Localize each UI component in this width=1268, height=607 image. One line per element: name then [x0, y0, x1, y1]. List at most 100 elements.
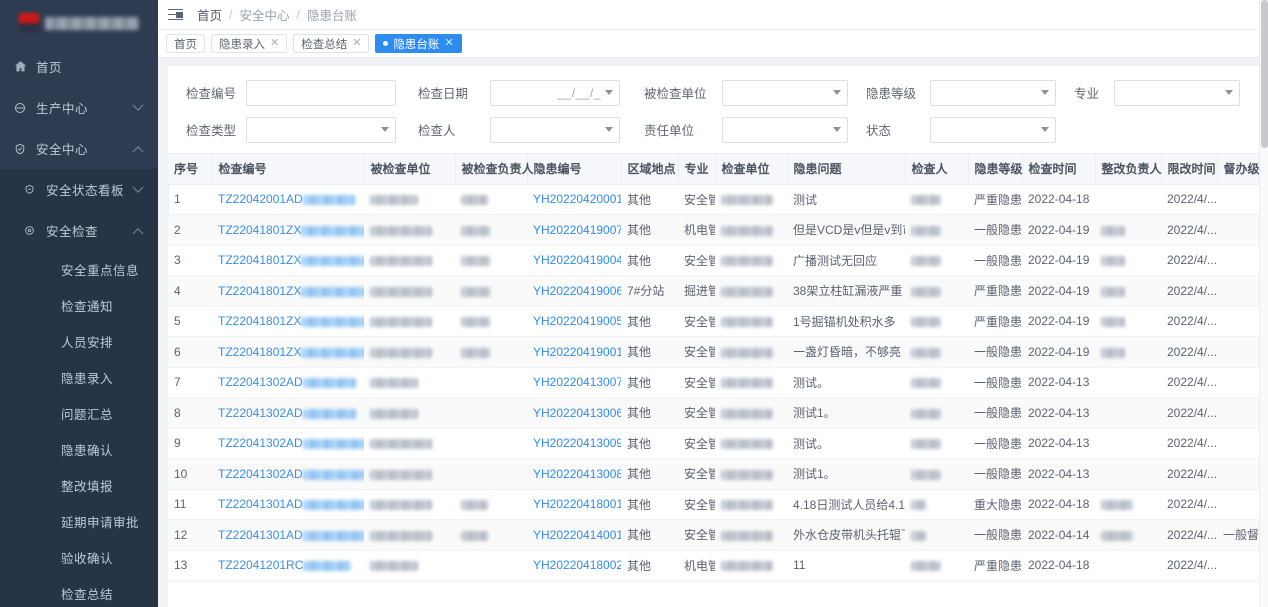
cell-check-no[interactable]: TZ22041801ZX — [212, 336, 364, 368]
table-row[interactable]: 5 TZ22041801ZX YH20220419005其他安全管理 1号掘锚机处积水… — [168, 306, 1268, 337]
breadcrumb-item-safety-center[interactable]: 安全中心 — [240, 5, 290, 24]
cell-hazard-no[interactable]: YH20220419004 — [527, 245, 621, 276]
collapse-menu-icon[interactable] — [168, 8, 183, 21]
cell-hazard-no[interactable]: YH20220419001 — [527, 336, 621, 368]
check-no-link[interactable]: TZ22041801ZX — [218, 345, 301, 359]
cell-hazard-no[interactable]: YH20220419005 — [527, 306, 621, 337]
hazard-no-link[interactable]: YH20220414001 — [533, 528, 621, 542]
inspected-unit-select[interactable] — [722, 79, 848, 106]
column-header-major[interactable]: 专业 — [678, 154, 716, 185]
table-row[interactable]: 14TZ22041201RCYH20220419003其他安全管理22严重隐患2… — [168, 580, 1268, 583]
hazard-no-link[interactable]: YH20220413008 — [533, 467, 621, 481]
cell-check-no[interactable]: TZ22042001AD — [212, 184, 364, 215]
tab-3[interactable]: 隐患台账 ✕ — [375, 34, 462, 53]
check-no-link[interactable]: TZ22041201RC — [218, 558, 303, 572]
cell-hazard-no[interactable]: YH20220418002 — [527, 550, 621, 581]
column-header-problem[interactable]: 隐患问题 — [787, 154, 906, 185]
hazard-no-link[interactable]: YH20220419005 — [533, 314, 621, 328]
table-row[interactable]: 6 TZ22041801ZX YH20220419001其他安全管理 一盏灯昏暗，不够… — [168, 336, 1268, 368]
hazard-no-link[interactable]: YH20220413006 — [533, 406, 621, 420]
column-header-area[interactable]: 区域地点 — [621, 154, 679, 185]
cell-hazard-no[interactable]: YH20220418001 — [527, 489, 621, 520]
hazard-no-link[interactable]: YH20220413009 — [533, 436, 621, 450]
check-no-link[interactable]: TZ22041302AD — [218, 375, 303, 389]
cell-check-no[interactable]: TZ22041801ZX — [212, 306, 364, 337]
sidebar-item-3[interactable]: 安全状态看板 — [0, 169, 158, 210]
check-no-link[interactable]: TZ22041801ZX — [218, 314, 301, 328]
status-select[interactable] — [930, 116, 1056, 143]
sidebar-item-14[interactable]: 检查总结 — [0, 575, 158, 607]
cell-hazard-no[interactable]: YH20220419006 — [527, 275, 621, 307]
table-row[interactable]: 2 TZ22041801ZX YH20220419007其他机电管理 但是VCD是v但… — [168, 214, 1268, 246]
cell-hazard-no[interactable]: YH20220414001 — [527, 519, 621, 551]
sidebar-item-9[interactable]: 问题汇总 — [0, 395, 158, 431]
check-no-link[interactable]: TZ22041301AD — [218, 528, 303, 542]
sidebar-item-12[interactable]: 延期申请审批 — [0, 503, 158, 539]
cell-hazard-no[interactable]: YH20220419007 — [527, 214, 621, 246]
cell-hazard-no[interactable]: YH20220413008 — [527, 458, 621, 490]
check-no-link[interactable]: TZ22041301AD — [218, 497, 303, 511]
column-header-fix_owner[interactable]: 整改负责人 — [1095, 154, 1162, 185]
column-header-level[interactable]: 隐患等级 — [968, 154, 1023, 185]
close-icon[interactable]: ✕ — [270, 38, 279, 49]
cell-check-no[interactable]: TZ22041801ZX — [212, 214, 364, 246]
column-header-hazard_no[interactable]: 隐患编号 — [527, 154, 622, 185]
check-no-link[interactable]: TZ22041801ZX — [218, 253, 301, 267]
table-row[interactable]: 7TZ22041302ADYH20220413007其他安全管理测试。一般隐患2… — [168, 367, 1268, 398]
hazard-no-link[interactable]: YH20220419006 — [533, 284, 621, 298]
cell-check-no[interactable]: TZ22041201RC — [212, 550, 364, 581]
column-header-check_unit[interactable]: 检查单位 — [715, 154, 788, 185]
sidebar-item-13[interactable]: 验收确认 — [0, 539, 158, 575]
check-no-link[interactable]: TZ22041801ZX — [218, 223, 301, 237]
cell-check-no[interactable]: TZ22041801ZX — [212, 275, 364, 307]
table-row[interactable]: 11 TZ22041301AD YH20220418001其他安全管理 4.18日测试… — [168, 489, 1268, 520]
tab-2[interactable]: 检查总结 ✕ — [293, 34, 370, 53]
column-header-check_time[interactable]: 检查时间 — [1022, 154, 1096, 185]
sidebar-logo[interactable] — [0, 0, 158, 46]
check-type-select[interactable] — [246, 116, 396, 143]
cell-hazard-no[interactable]: YH20220413009 — [527, 428, 621, 459]
table-row[interactable]: 3 TZ22041801ZX YH20220419004其他安全管理 广播测试无回应 一… — [168, 245, 1268, 276]
sidebar-item-10[interactable]: 隐患确认 — [0, 431, 158, 467]
page-scrollbar-thumb[interactable] — [1261, 0, 1268, 148]
check-no-link[interactable]: TZ22041801ZX — [218, 284, 301, 298]
cell-check-no[interactable]: TZ22041302AD — [212, 367, 364, 398]
column-header-due_time[interactable]: 限改时间 — [1161, 154, 1218, 185]
column-header-owner[interactable]: 被检查负责人 — [455, 154, 534, 185]
hazard-no-link[interactable]: YH20220418002 — [533, 558, 621, 572]
tab-1[interactable]: 隐患录入 ✕ — [211, 34, 288, 53]
column-header-idx[interactable]: 序号 — [168, 154, 213, 185]
hazard-no-link[interactable]: YH20220418001 — [533, 497, 621, 511]
cell-hazard-no[interactable]: YH20220419003 — [527, 580, 621, 583]
hazard-no-link[interactable]: YH20220420001 — [533, 192, 621, 206]
sidebar-item-1[interactable]: 生产中心 — [0, 87, 158, 128]
major-select[interactable] — [1114, 79, 1240, 106]
tab-0[interactable]: 首页 — [166, 34, 205, 53]
table-row[interactable]: 13TZ22041201RCYH20220418002其他机电管理11严重隐患2… — [168, 550, 1268, 581]
sidebar-item-4[interactable]: 安全检查 — [0, 210, 158, 251]
check-no-link[interactable]: TZ22042001AD — [218, 192, 303, 206]
cell-hazard-no[interactable]: YH20220420001 — [527, 184, 621, 215]
hazard-no-link[interactable]: YH20220419001 — [533, 345, 621, 359]
close-icon[interactable]: ✕ — [444, 38, 453, 49]
table-row[interactable]: 8 TZ22041302AD YH20220413006其他安全管理 测试1。 一般隐患… — [168, 397, 1268, 429]
table-row[interactable]: 4 TZ22041801ZX YH202204190067#分站掘进管理 38架立柱缸… — [168, 275, 1268, 307]
cell-check-no[interactable]: TZ22041302AD — [212, 397, 364, 429]
cell-check-no[interactable]: TZ22041301AD — [212, 519, 364, 551]
cell-check-no[interactable]: TZ22041801ZX — [212, 245, 364, 276]
cell-hazard-no[interactable]: YH20220413006 — [527, 397, 621, 429]
breadcrumb-item-home[interactable]: 首页 — [197, 5, 222, 24]
page-scrollbar[interactable] — [1259, 0, 1268, 607]
column-header-checker[interactable]: 检查人 — [905, 154, 969, 185]
sidebar-item-2[interactable]: 安全中心 — [0, 128, 158, 169]
check-date-input[interactable]: __/__/_ — [490, 79, 620, 106]
sidebar-item-11[interactable]: 整改填报 — [0, 467, 158, 503]
responsible-unit-select[interactable] — [722, 116, 848, 143]
check-no-link[interactable]: TZ22041302AD — [218, 406, 303, 420]
close-icon[interactable]: ✕ — [352, 38, 361, 49]
hazard-no-link[interactable]: YH20220413007 — [533, 375, 621, 389]
hazard-level-select[interactable] — [930, 79, 1056, 106]
table-row[interactable]: 9TZ22041302ADYH20220413009其他安全管理测试。一般隐患2… — [168, 428, 1268, 459]
sidebar-item-6[interactable]: 检查通知 — [0, 287, 158, 323]
column-header-check_no[interactable]: 检查编号 — [212, 154, 365, 185]
